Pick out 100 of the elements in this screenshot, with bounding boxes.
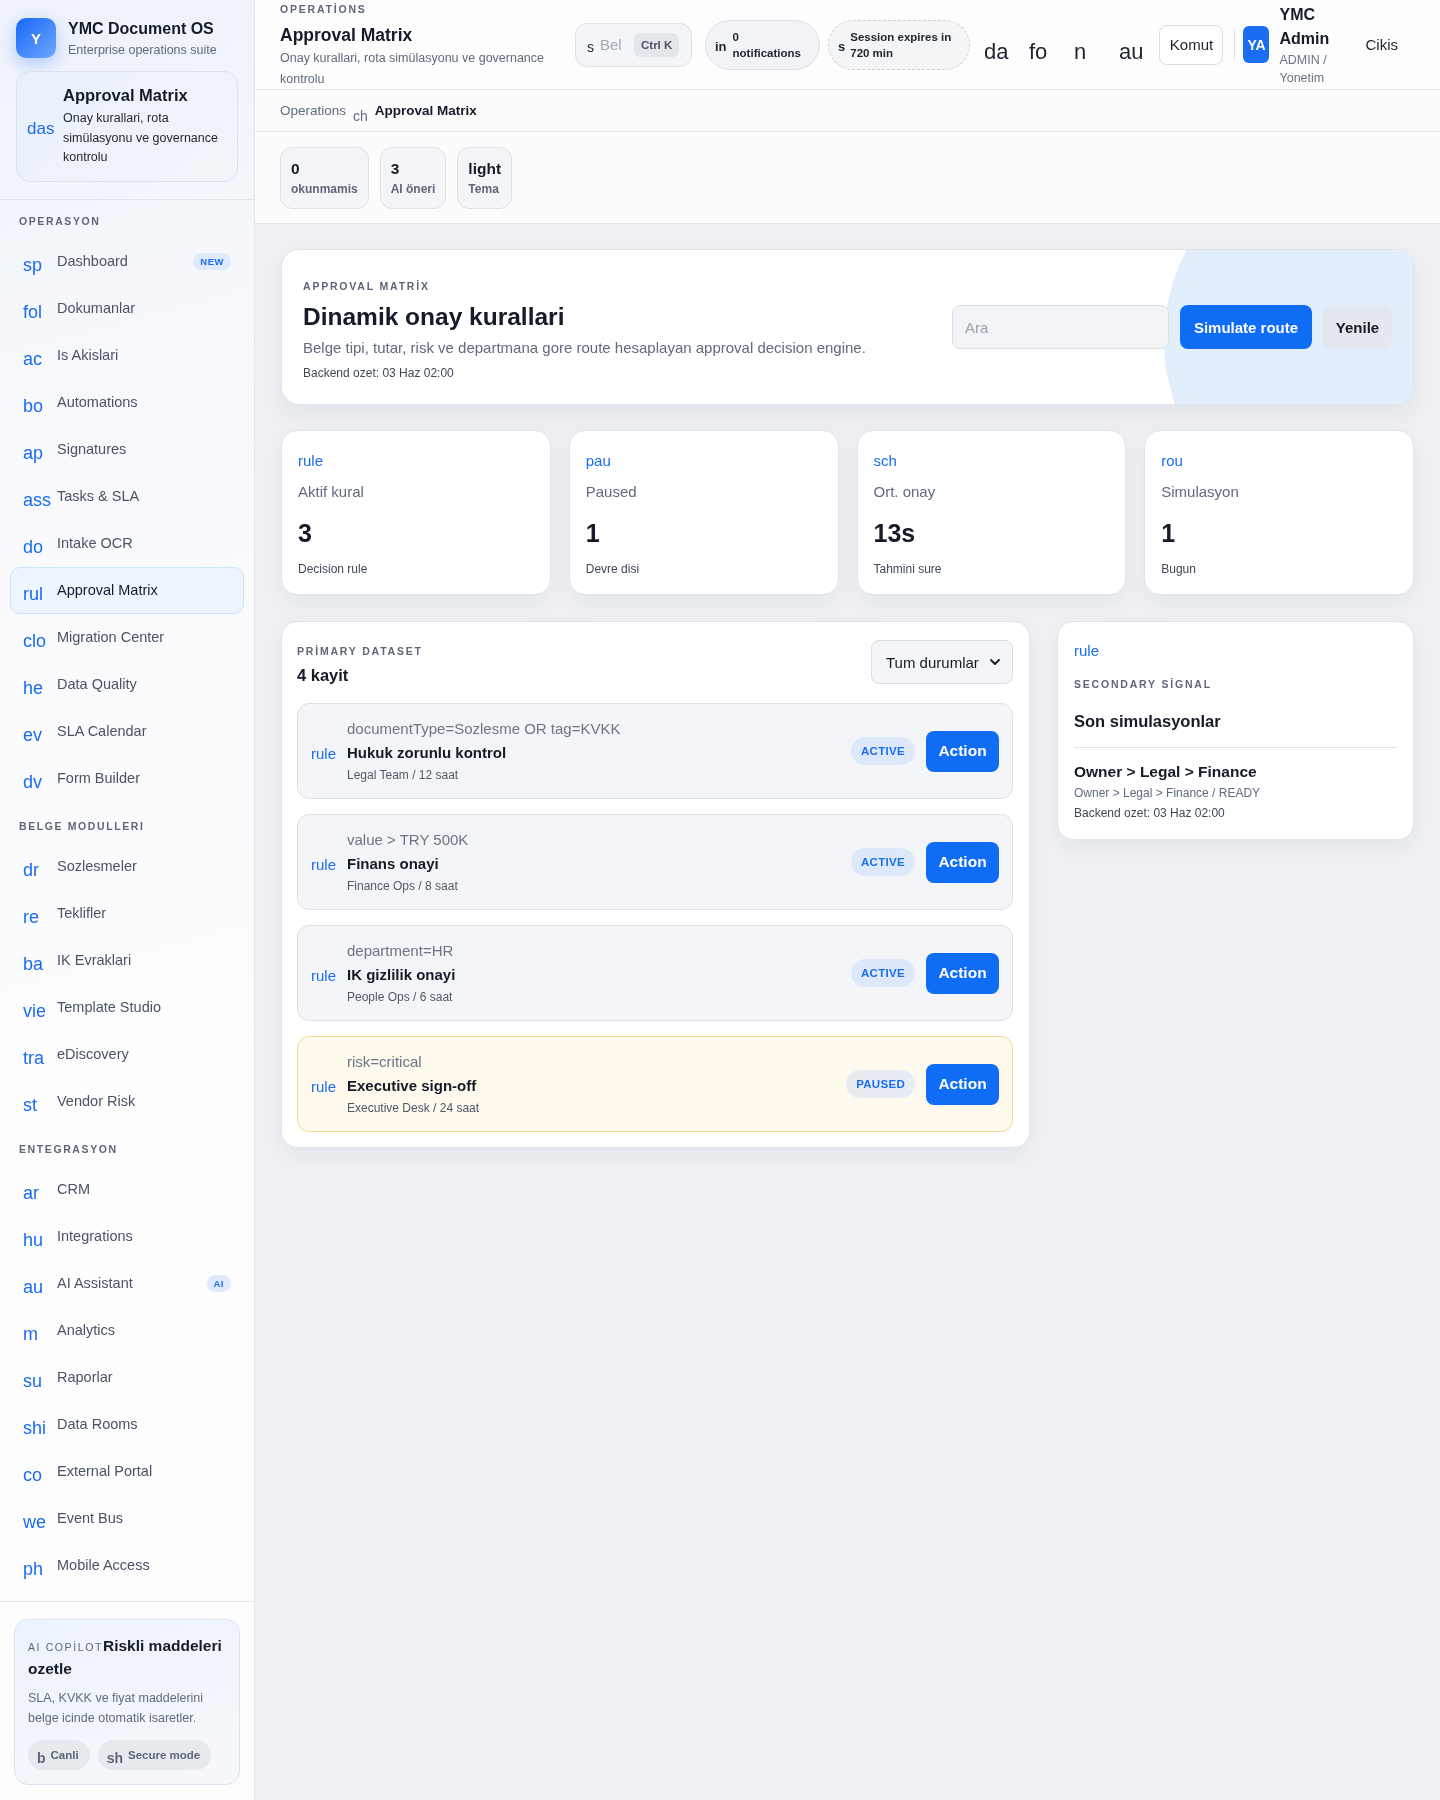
breadcrumb-link[interactable]: Operations	[280, 103, 347, 118]
chevron-down-icon	[990, 659, 1000, 665]
search-field[interactable]: Bel	[600, 36, 628, 53]
app-logo: Y	[16, 18, 56, 58]
app-title: YMC Document OS	[68, 18, 215, 39]
stat-value: 1	[585, 518, 601, 548]
status-badge: PAUSED	[846, 1070, 915, 1098]
icon-ligature-text: ap	[23, 443, 45, 464]
command-button[interactable]: Komut	[1159, 24, 1224, 65]
shortcut-key: Ctrl K	[634, 32, 680, 57]
nav-item[interactable]: do Intake OCR	[10, 519, 244, 567]
toolbar-button[interactable]: da	[984, 31, 1029, 72]
nav-item[interactable]: au AI Assistant AI	[10, 1259, 244, 1307]
logout-button[interactable]: Cikis	[1365, 36, 1398, 53]
current-page-description: Onay kurallari, rota simülasyonu ve governance kontrolu	[63, 110, 219, 166]
status-badge: ACTIVE	[851, 737, 915, 765]
search-field[interactable]: Ara	[952, 305, 1169, 349]
status-select[interactable]: Tum durumlar	[871, 640, 1013, 684]
icon-ligature-text: sch	[873, 452, 898, 470]
nav-item[interactable]: bo Automations	[10, 378, 244, 426]
icon-ligature-text: rule	[311, 966, 337, 984]
nav-item[interactable]: rul Approval Matrix	[10, 566, 244, 614]
icon-ligature-text: rule	[311, 855, 337, 873]
stat-note: Decision rule	[298, 562, 369, 577]
icon-ligature-text: ba	[23, 954, 45, 975]
signal-eyebrow: SECONDARY SİGNAL	[1074, 678, 1213, 691]
toolbar-button[interactable]: n	[1074, 31, 1119, 72]
nav-item[interactable]: m Analytics	[10, 1306, 244, 1354]
icon-ligature-text: ass	[23, 490, 52, 511]
icon-ligature-text: we	[23, 1512, 47, 1533]
icon-ligature-text: ar	[23, 1183, 40, 1204]
stat-value: 1	[1161, 518, 1177, 548]
stat-label: Aktif kural	[298, 482, 365, 502]
nav-item[interactable]: tra eDiscovery	[10, 1030, 244, 1078]
nav-item[interactable]: shi Data Rooms	[10, 1400, 244, 1448]
icon-ligature-text: rule	[311, 1077, 337, 1095]
stat-label: Ort. onay	[873, 482, 937, 502]
nav-item[interactable]: ap Signatures	[10, 425, 244, 473]
icon-ligature-text: pau	[585, 452, 612, 470]
summary-value: 0	[291, 158, 301, 179]
nav-item[interactable]: co External Portal	[10, 1447, 244, 1495]
icon-ligature-text: re	[23, 907, 40, 928]
nav-item[interactable]: dv Form Builder	[10, 754, 244, 802]
nav-badge: AI	[206, 1274, 231, 1292]
icon-ligature-text: au	[23, 1277, 45, 1298]
nav-item[interactable]: he Data Quality	[10, 660, 244, 708]
icon-ligature-text: rule	[298, 452, 324, 470]
simulate-button[interactable]: Simulate route	[1180, 305, 1312, 349]
page-description: Onay kurallari, rota simülasyonu ve governance kontrolu	[280, 50, 546, 88]
icon-ligature-text: bo	[23, 396, 45, 417]
stat-label: Simulasyon	[1161, 482, 1240, 502]
action-button[interactable]: Action	[926, 1063, 999, 1105]
action-button[interactable]: Action	[926, 841, 999, 883]
nav-item[interactable]: sp Dashboard NEW	[10, 237, 244, 285]
icon-ligature-text: rou	[1161, 452, 1184, 470]
icon-ligature-text: do	[23, 537, 45, 558]
icon-ligature-text: ev	[23, 725, 43, 746]
stat-value: 3	[298, 518, 313, 548]
nav-section-title: OPERASYON	[18, 213, 102, 229]
nav-item[interactable]: clo Migration Center	[10, 613, 244, 661]
action-button[interactable]: Action	[926, 952, 999, 994]
nav-item[interactable]: fol Dokumanlar	[10, 284, 244, 332]
page-eyebrow: OPERATİONS	[280, 3, 368, 16]
nav-item[interactable]: su Raporlar	[10, 1353, 244, 1401]
toolbar-button[interactable]: au	[1119, 31, 1144, 72]
stat-note: Bugun	[1161, 562, 1197, 577]
nav-item[interactable]: we Event Bus	[10, 1494, 244, 1542]
toolbar-button[interactable]: fo	[1029, 31, 1074, 72]
summary-label: AI öneri	[390, 181, 436, 197]
summary-value: 3	[390, 158, 401, 179]
refresh-button[interactable]: Yenile	[1323, 305, 1392, 349]
rule-meta: Legal Team / 12 saat	[347, 768, 460, 783]
user-name: YMC Admin	[1279, 5, 1331, 49]
icon-ligature-text: s	[838, 38, 846, 54]
nav-item[interactable]: hu Integrations	[10, 1212, 244, 1260]
icon-ligature-text: shi	[23, 1418, 47, 1439]
nav-item[interactable]: ev SLA Calendar	[10, 707, 244, 755]
nav-item[interactable]: ba IK Evraklari	[10, 936, 244, 984]
rule-title: Executive sign-off	[347, 1076, 478, 1096]
icon-ligature-text: hu	[23, 1230, 45, 1251]
nav-section-title: ENTEGRASYON	[18, 1141, 119, 1157]
record-count: 4 kayit	[297, 665, 350, 686]
icon-ligature-text: rule	[311, 744, 337, 762]
nav-item[interactable]: re Teklifler	[10, 889, 244, 937]
icon-ligature-text: in	[715, 38, 727, 54]
icon-ligature-text: fol	[23, 302, 43, 323]
signal-title: Son simulasyonlar	[1074, 711, 1222, 732]
icon-ligature-text: rul	[23, 584, 44, 605]
dataset-eyebrow: PRİMARY DATASET	[297, 645, 423, 658]
rule-condition: documentType=Sozlesme OR tag=KVKK	[347, 719, 621, 739]
nav-item[interactable]: dr Sozlesmeler	[10, 842, 244, 890]
nav-item[interactable]: ar CRM	[10, 1165, 244, 1213]
nav-item[interactable]: ass Tasks & SLA	[10, 472, 244, 520]
stat-note: Tahmini sure	[873, 562, 943, 577]
nav-item[interactable]: ac Is Akislari	[10, 331, 244, 379]
nav-item[interactable]: ph Mobile Access	[10, 1541, 244, 1584]
action-button[interactable]: Action	[926, 730, 999, 772]
nav-item[interactable]: vie Template Studio	[10, 983, 244, 1031]
rule-title: IK gizlilik onayi	[347, 965, 456, 985]
nav-item[interactable]: st Vendor Risk	[10, 1077, 244, 1125]
